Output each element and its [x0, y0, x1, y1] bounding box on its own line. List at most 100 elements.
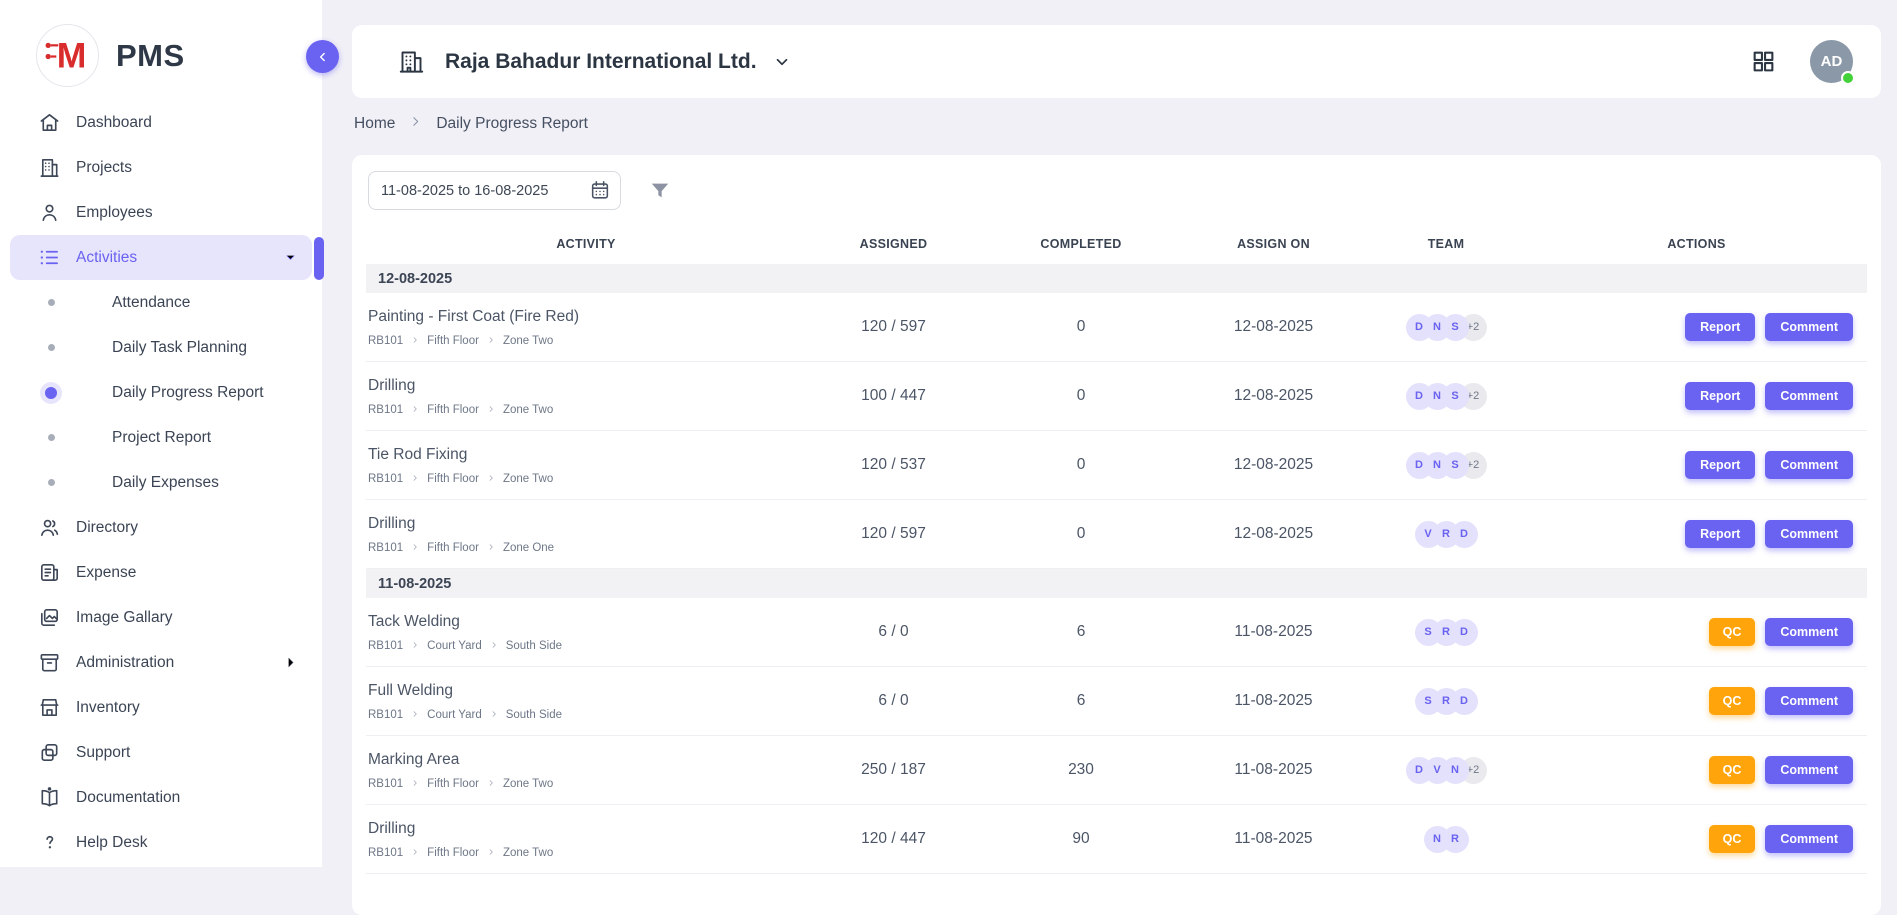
completed-value: 0	[981, 318, 1181, 336]
location-segment: RB101	[368, 542, 403, 554]
assign-on-value: 12-08-2025	[1181, 318, 1366, 336]
activity-location: RB101Fifth FloorZone Two	[368, 335, 796, 347]
comment-button[interactable]: Comment	[1765, 618, 1853, 646]
team-cell: NR	[1366, 826, 1526, 853]
report-button[interactable]: Report	[1685, 451, 1755, 479]
sidebar-item-support[interactable]: Support	[10, 730, 312, 775]
activity-title: Tack Welding	[368, 613, 796, 631]
sidebar-item-label: Inventory	[76, 699, 140, 717]
location-segment: Zone Two	[503, 404, 553, 416]
sidebar-item-label: Dashboard	[76, 114, 152, 132]
group-date: 12-08-2025	[378, 271, 452, 287]
qc-button[interactable]: QC	[1709, 687, 1756, 715]
location-chevron-icon	[411, 335, 419, 347]
online-status-dot	[1841, 71, 1855, 85]
activity-cell: Full WeldingRB101Court YardSouth Side	[366, 682, 806, 721]
comment-button[interactable]: Comment	[1765, 520, 1853, 548]
column-header-completed: COMPLETED	[981, 237, 1181, 251]
team-member-badge[interactable]: D	[1406, 757, 1433, 784]
location-segment: Zone Two	[503, 778, 553, 790]
report-button[interactable]: Report	[1685, 382, 1755, 410]
sidebar-item-label: Documentation	[76, 789, 180, 807]
breadcrumb-home[interactable]: Home	[354, 115, 395, 133]
bullet-dot-icon	[44, 434, 58, 441]
breadcrumb-chevron-icon	[409, 115, 422, 133]
gallery-icon	[38, 606, 61, 629]
active-nav-indicator	[314, 237, 324, 280]
location-segment: Fifth Floor	[427, 847, 479, 859]
activity-location: RB101Fifth FloorZone Two	[368, 847, 796, 859]
sidebar-item-inventory[interactable]: Inventory	[10, 685, 312, 730]
sidebar-subitem-daily-task-planning[interactable]: Daily Task Planning	[0, 325, 322, 370]
sidebar-item-projects[interactable]: Projects	[10, 145, 312, 190]
comment-button[interactable]: Comment	[1765, 313, 1853, 341]
administration-icon	[38, 651, 61, 674]
company-chevron-down-icon[interactable]	[773, 53, 791, 71]
sidebar-item-help-desk[interactable]: Help Desk	[10, 820, 312, 865]
assigned-value: 120 / 597	[806, 525, 981, 543]
location-chevron-icon	[490, 709, 498, 721]
completed-value: 230	[981, 761, 1181, 779]
qc-button[interactable]: QC	[1709, 825, 1756, 853]
comment-button[interactable]: Comment	[1765, 687, 1853, 715]
comment-button[interactable]: Comment	[1765, 382, 1853, 410]
sidebar-subitem-label: Attendance	[112, 294, 190, 312]
team-member-badge[interactable]: S	[1415, 688, 1442, 715]
sidebar-item-activities[interactable]: Activities	[10, 235, 312, 280]
filter-funnel-icon[interactable]	[649, 180, 671, 202]
team-member-badge[interactable]: S	[1415, 619, 1442, 646]
sidebar-item-directory[interactable]: Directory	[10, 505, 312, 550]
sidebar-item-administration[interactable]: Administration	[10, 640, 312, 685]
date-range-input[interactable]	[368, 171, 621, 210]
team-member-badge[interactable]: D	[1406, 383, 1433, 410]
qc-button[interactable]: QC	[1709, 618, 1756, 646]
activity-title: Drilling	[368, 377, 796, 395]
table-row: Tack WeldingRB101Court YardSouth Side6 /…	[366, 598, 1867, 667]
apps-grid-icon[interactable]	[1751, 49, 1776, 74]
group-date: 11-08-2025	[378, 576, 451, 592]
sidebar-item-dashboard[interactable]: Dashboard	[10, 100, 312, 145]
sidebar-item-documentation[interactable]: Documentation	[10, 775, 312, 820]
actions-cell: Report Comment	[1526, 313, 1867, 341]
report-button[interactable]: Report	[1685, 520, 1755, 548]
qc-button[interactable]: QC	[1709, 756, 1756, 784]
team-member-badge[interactable]: V	[1415, 521, 1442, 548]
activity-cell: Painting - First Coat (Fire Red)RB101Fif…	[366, 308, 806, 347]
company-building-icon	[398, 48, 425, 75]
team-member-badge[interactable]: D	[1406, 452, 1433, 479]
location-chevron-icon	[411, 778, 419, 790]
report-button[interactable]: Report	[1685, 313, 1755, 341]
support-icon	[38, 741, 61, 764]
help-icon	[38, 831, 61, 854]
sidebar-item-label: Directory	[76, 519, 138, 537]
assign-on-value: 11-08-2025	[1181, 830, 1366, 848]
sidebar-subitem-label: Daily Expenses	[112, 474, 219, 492]
comment-button[interactable]: Comment	[1765, 451, 1853, 479]
comment-button[interactable]: Comment	[1765, 825, 1853, 853]
sidebar-item-image-gallary[interactable]: Image Gallary	[10, 595, 312, 640]
sidebar: M PMS DashboardProjectsEmployeesActiviti…	[0, 0, 322, 867]
location-segment: RB101	[368, 404, 403, 416]
home-icon	[38, 111, 61, 134]
sidebar-subitem-daily-progress-report[interactable]: Daily Progress Report	[0, 370, 322, 415]
actions-cell: QC Comment	[1526, 618, 1867, 646]
user-avatar[interactable]: AD	[1810, 40, 1853, 83]
sidebar-item-expense[interactable]: Expense	[10, 550, 312, 595]
table-row: Tie Rod FixingRB101Fifth FloorZone Two12…	[366, 431, 1867, 500]
sidebar-subitem-attendance[interactable]: Attendance	[0, 280, 322, 325]
location-segment: RB101	[368, 640, 403, 652]
table-row: Full WeldingRB101Court YardSouth Side6 /…	[366, 667, 1867, 736]
location-segment: RB101	[368, 847, 403, 859]
sidebar-item-label: Activities	[76, 249, 137, 267]
sidebar-subitem-daily-expenses[interactable]: Daily Expenses	[0, 460, 322, 505]
table-row: DrillingRB101Fifth FloorZone One120 / 59…	[366, 500, 1867, 569]
sidebar-item-employees[interactable]: Employees	[10, 190, 312, 235]
comment-button[interactable]: Comment	[1765, 756, 1853, 784]
team-member-badge[interactable]: N	[1424, 826, 1451, 853]
location-segment: RB101	[368, 335, 403, 347]
sidebar-collapse-button[interactable]	[306, 40, 339, 73]
team-cell: DNS+2	[1366, 383, 1526, 410]
sidebar-subitem-project-report[interactable]: Project Report	[0, 415, 322, 460]
team-member-badge[interactable]: D	[1406, 314, 1433, 341]
location-chevron-icon	[487, 473, 495, 485]
